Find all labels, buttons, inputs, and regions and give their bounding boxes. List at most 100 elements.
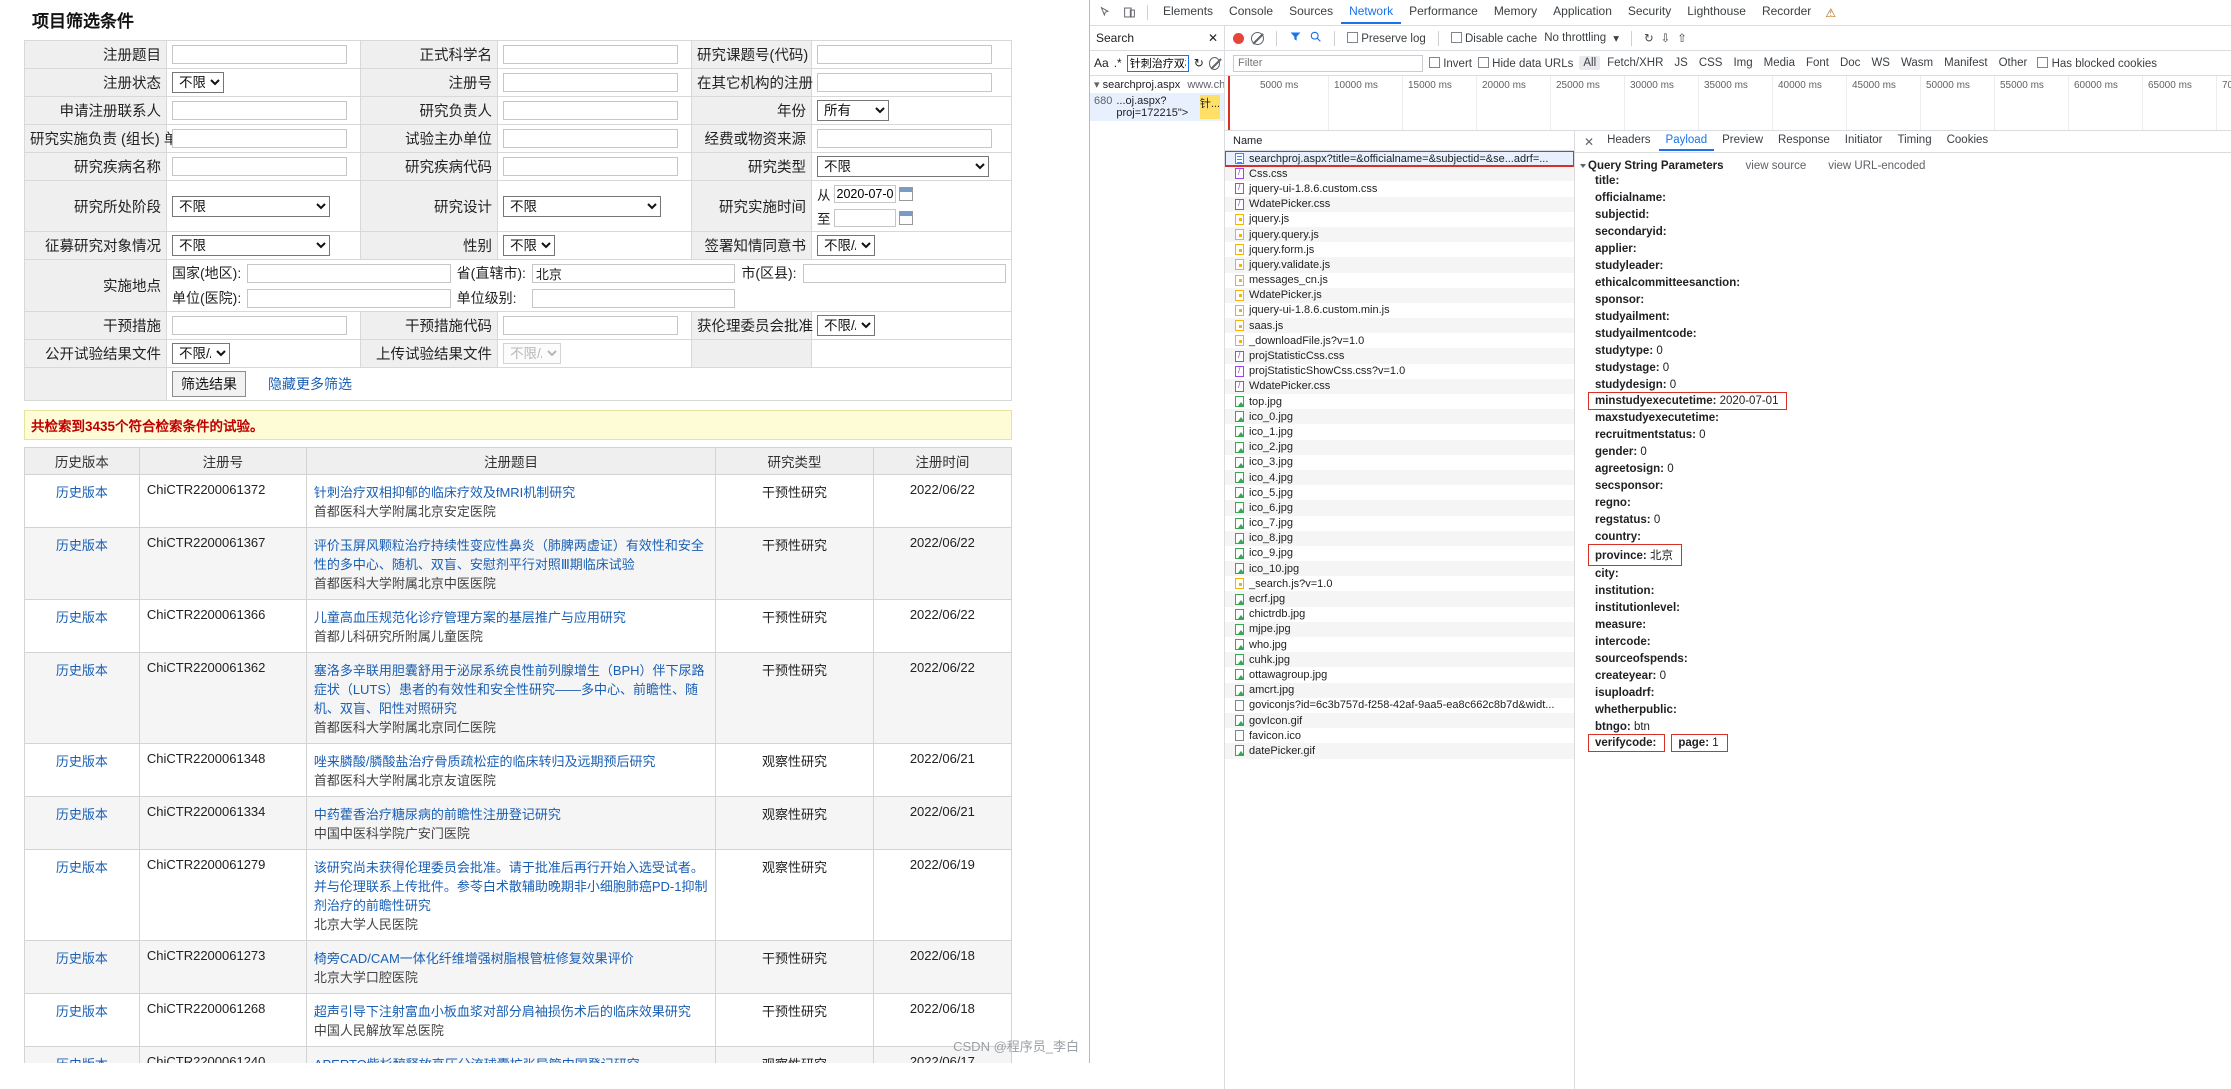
- devtools-tab-console[interactable]: Console: [1221, 1, 1281, 24]
- network-request-row[interactable]: ico_4.jpg: [1225, 469, 1574, 486]
- study-title-link[interactable]: 中药藿香治疗糖尿病的前瞻性注册登记研究: [314, 804, 708, 823]
- resource-type-filter-font[interactable]: Font: [1802, 56, 1833, 70]
- intervention-input[interactable]: [172, 316, 347, 335]
- study-title-link[interactable]: 椅旁CAD/CAM一体化纤维增强树脂根管桩修复效果评价: [314, 948, 708, 967]
- invert-checkbox[interactable]: Invert: [1429, 56, 1472, 70]
- disclosure-triangle-icon[interactable]: [1580, 164, 1586, 168]
- country-input[interactable]: [247, 263, 451, 283]
- search-result-file[interactable]: ▾ searchproj.aspx www.chictr.org...: [1090, 76, 1224, 93]
- network-request-row[interactable]: ico_5.jpg: [1225, 485, 1574, 500]
- history-version-link[interactable]: 历史版本: [32, 1001, 132, 1020]
- search-result-match[interactable]: 680 ...oj.aspx?proj=172215"> 针...: [1090, 93, 1224, 121]
- filter-input-r2c1[interactable]: [172, 101, 347, 120]
- network-request-row[interactable]: ecrf.jpg: [1225, 591, 1574, 607]
- filter-select-r6c1[interactable]: 不限: [172, 235, 330, 256]
- devtools-tab-elements[interactable]: Elements: [1155, 1, 1221, 24]
- filter-select-r4c3[interactable]: 不限: [817, 156, 989, 177]
- study-title-link[interactable]: 超声引导下注射富血小板血浆对部分肩袖损伤术后的临床效果研究: [314, 1001, 708, 1020]
- calendar-icon[interactable]: [898, 211, 913, 225]
- network-overview-timeline[interactable]: 5000 ms 10000 ms 15000 ms 20000 ms 25000…: [1225, 76, 2231, 131]
- view-source-link[interactable]: view source: [1746, 160, 1807, 172]
- resource-type-filter-js[interactable]: JS: [1670, 56, 1691, 70]
- network-request-row[interactable]: jquery-ui-1.8.6.custom.css: [1225, 181, 1574, 196]
- history-version-link[interactable]: 历史版本: [32, 535, 132, 554]
- network-request-row[interactable]: searchproj.aspx?title=&officialname=&sub…: [1225, 151, 1574, 168]
- network-request-row[interactable]: chictrdb.jpg: [1225, 607, 1574, 622]
- throttling-select[interactable]: No throttling: [1544, 32, 1606, 44]
- network-request-row[interactable]: ico_8.jpg: [1225, 530, 1574, 546]
- public-result-file-select[interactable]: 不限/All: [172, 343, 230, 364]
- match-case-toggle[interactable]: Aa: [1094, 56, 1109, 70]
- resource-type-filter-ws[interactable]: WS: [1867, 56, 1894, 70]
- devtools-tab-lighthouse[interactable]: Lighthouse: [1679, 1, 1754, 24]
- history-version-link[interactable]: 历史版本: [32, 751, 132, 770]
- network-request-row[interactable]: cuhk.jpg: [1225, 652, 1574, 668]
- filter-input-r3c1[interactable]: [172, 129, 347, 148]
- resource-type-filter-media[interactable]: Media: [1760, 56, 1799, 70]
- network-request-row[interactable]: ico_6.jpg: [1225, 500, 1574, 516]
- search-input[interactable]: [1126, 54, 1189, 72]
- detail-tab-timing[interactable]: Timing: [1891, 132, 1939, 151]
- disable-cache-checkbox[interactable]: Disable cache: [1450, 31, 1537, 45]
- filter-icon[interactable]: [1289, 30, 1302, 46]
- filter-input-r3c2[interactable]: [503, 129, 678, 148]
- filter-input-r2c2[interactable]: [503, 101, 678, 120]
- network-request-row[interactable]: goviconjs?id=6c3b757d-f258-42af-9aa5-ea8…: [1225, 698, 1574, 713]
- network-request-row[interactable]: ico_3.jpg: [1225, 455, 1574, 470]
- resource-type-filter-manifest[interactable]: Manifest: [1940, 56, 1991, 70]
- regex-toggle[interactable]: .*: [1114, 56, 1122, 70]
- network-request-row[interactable]: WdatePicker.css: [1225, 378, 1574, 394]
- filter-select-r5c1[interactable]: 不限: [172, 195, 330, 217]
- ethics-approval-select[interactable]: 不限/All: [817, 315, 875, 336]
- study-title-link[interactable]: 塞洛多辛联用胆囊舒用于泌尿系统良性前列腺增生（BPH）伴下尿路症状（LUTS）患…: [314, 660, 708, 717]
- filter-results-button[interactable]: 筛选结果: [172, 371, 246, 397]
- resource-type-filter-other[interactable]: Other: [1995, 56, 2032, 70]
- inspect-element-icon[interactable]: [1094, 3, 1116, 23]
- detail-tab-initiator[interactable]: Initiator: [1838, 132, 1890, 151]
- network-request-row[interactable]: top.jpg: [1225, 394, 1574, 409]
- query-string-parameters-header[interactable]: Query String Parameters view source view…: [1580, 160, 2231, 172]
- resource-type-filter-all[interactable]: All: [1579, 56, 1601, 70]
- devtools-tab-application[interactable]: Application: [1545, 1, 1620, 24]
- filter-input[interactable]: [1233, 54, 1423, 72]
- detail-tab-cookies[interactable]: Cookies: [1940, 132, 1996, 151]
- network-request-row[interactable]: projStatisticShowCss.css?v=1.0: [1225, 364, 1574, 379]
- devtools-tab-performance[interactable]: Performance: [1401, 1, 1486, 24]
- filter-input-r0c1[interactable]: [172, 45, 347, 64]
- network-request-row[interactable]: ico_7.jpg: [1225, 516, 1574, 531]
- history-version-link[interactable]: 历史版本: [32, 1054, 132, 1063]
- detail-tab-preview[interactable]: Preview: [1715, 132, 1770, 151]
- import-icon[interactable]: ⇩: [1661, 31, 1671, 45]
- study-title-link[interactable]: 唑来膦酸/膦酸盐治疗骨质疏松症的临床转归及远期预后研究: [314, 751, 708, 770]
- devtools-tab-sources[interactable]: Sources: [1281, 1, 1341, 24]
- date-to-input[interactable]: [833, 209, 896, 227]
- network-request-row[interactable]: ico_0.jpg: [1225, 409, 1574, 425]
- close-detail-icon[interactable]: ✕: [1579, 135, 1599, 149]
- filter-input-r3c3[interactable]: [817, 129, 992, 148]
- network-request-row[interactable]: mjpe.jpg: [1225, 621, 1574, 637]
- filter-input-r0c3[interactable]: [817, 45, 992, 64]
- search-icon[interactable]: [1309, 30, 1322, 46]
- network-request-row[interactable]: ico_9.jpg: [1225, 546, 1574, 561]
- network-request-row[interactable]: govIcon.gif: [1225, 712, 1574, 729]
- unit-input[interactable]: [247, 288, 451, 308]
- intervention-code-input[interactable]: [503, 316, 678, 335]
- network-request-row[interactable]: WdatePicker.js: [1225, 287, 1574, 303]
- network-request-row[interactable]: ico_10.jpg: [1225, 561, 1574, 577]
- clear-icon[interactable]: [1251, 31, 1264, 45]
- network-request-row[interactable]: saas.js: [1225, 318, 1574, 334]
- study-title-link[interactable]: 儿童高血压规范化诊疗管理方案的基层推广与应用研究: [314, 607, 708, 626]
- detail-tab-headers[interactable]: Headers: [1600, 132, 1657, 151]
- filter-input-r1c2[interactable]: [503, 73, 678, 92]
- city-input[interactable]: [802, 263, 1006, 283]
- detail-tab-response[interactable]: Response: [1771, 132, 1837, 151]
- history-version-link[interactable]: 历史版本: [32, 857, 132, 876]
- network-request-row[interactable]: _downloadFile.js?v=1.0: [1225, 333, 1574, 348]
- study-title-link[interactable]: APERTO紫杉醇释放高压分流球囊扩张导管中国登记研究: [314, 1054, 708, 1063]
- filter-select-r1c1[interactable]: 不限: [172, 72, 224, 93]
- hide-more-filters-link[interactable]: 隐藏更多筛选: [268, 376, 352, 392]
- network-request-row[interactable]: ottawagroup.jpg: [1225, 667, 1574, 682]
- refresh-icon[interactable]: ↻: [1194, 56, 1204, 70]
- network-request-row[interactable]: Css.css: [1225, 166, 1574, 182]
- network-request-row[interactable]: jquery.form.js: [1225, 242, 1574, 257]
